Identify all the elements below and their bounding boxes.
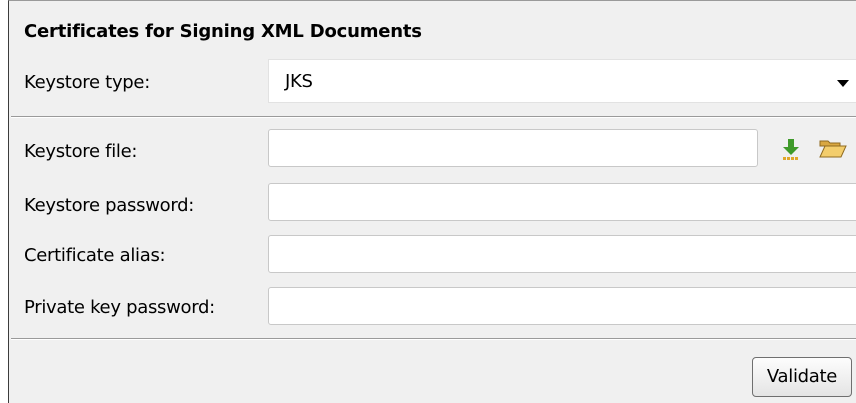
private-key-password-label: Private key password: — [24, 297, 215, 318]
private-key-password-input[interactable] — [268, 287, 856, 325]
keystore-file-input[interactable] — [268, 129, 758, 167]
open-folder-icon[interactable] — [818, 137, 848, 159]
separator — [11, 116, 856, 118]
certificate-alias-input[interactable] — [268, 235, 856, 273]
keystore-type-label: Keystore type: — [24, 72, 150, 93]
signing-certificates-panel: Certificates for Signing XML Documents K… — [8, 0, 856, 403]
certificate-alias-label: Certificate alias: — [24, 245, 166, 266]
keystore-type-value: JKS — [285, 71, 313, 92]
keystore-password-input[interactable] — [268, 183, 856, 221]
separator — [11, 338, 856, 340]
keystore-password-label: Keystore password: — [24, 195, 195, 216]
section-title: Certificates for Signing XML Documents — [24, 21, 422, 42]
keystore-file-label: Keystore file: — [24, 141, 138, 162]
chevron-down-icon[interactable] — [837, 80, 849, 87]
validate-button[interactable]: Validate — [752, 357, 852, 397]
keystore-type-select[interactable]: JKS — [268, 59, 856, 103]
download-arrow-icon[interactable] — [780, 138, 802, 160]
